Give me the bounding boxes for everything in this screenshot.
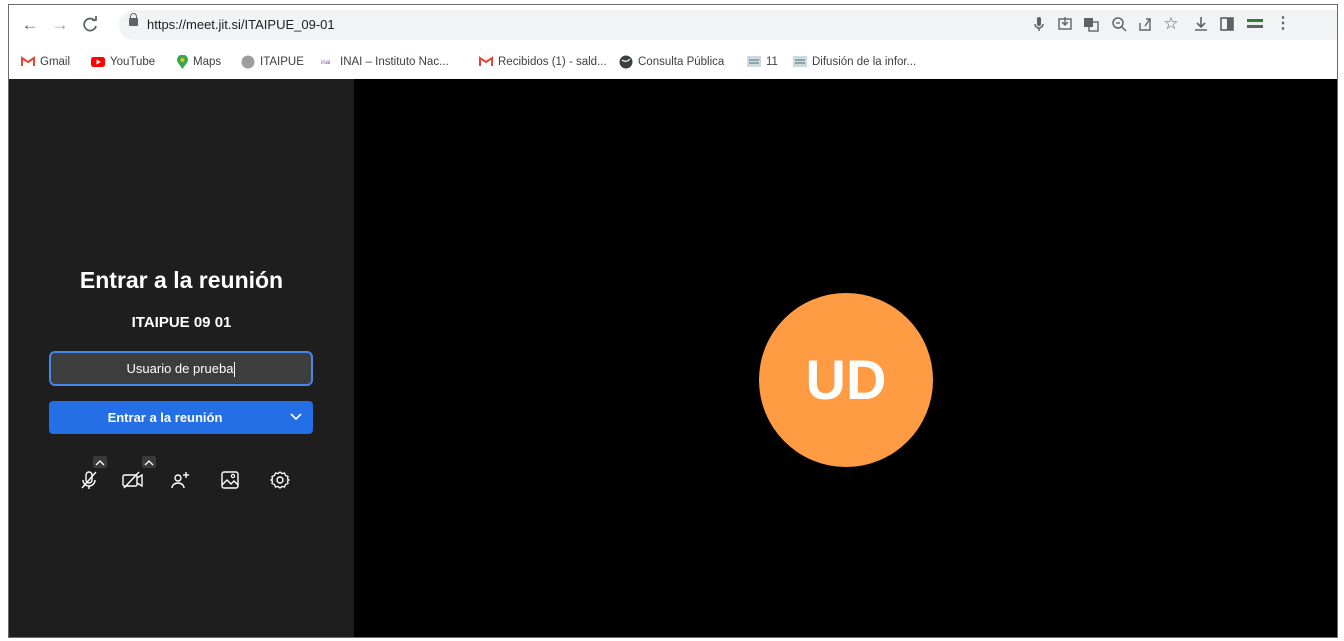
forward-icon[interactable]: → (49, 14, 71, 36)
install-app-icon[interactable] (1055, 14, 1075, 34)
bookmark-difusion[interactable]: Difusión de la infor... (793, 53, 916, 71)
bookmark-star-icon[interactable]: ☆ (1161, 14, 1181, 34)
invite-people-button[interactable] (167, 467, 193, 493)
bookmark-recibidos[interactable]: Recibidos (1) - sald... (479, 53, 607, 71)
text-caret (234, 362, 236, 378)
profile-flag-icon[interactable] (1245, 14, 1265, 34)
url-text: https://meet.jit.si/ITAIPUE_09-01 (147, 17, 335, 32)
doc-icon (747, 56, 761, 68)
join-meeting-label: Entrar a la reunión (107, 410, 223, 425)
camera-off-icon (122, 471, 143, 489)
display-name-value: Usuario de prueba (126, 361, 234, 376)
doc-icon (793, 56, 807, 68)
globe-icon (619, 55, 633, 69)
virtual-background-button[interactable] (217, 467, 243, 493)
download-icon[interactable] (1191, 14, 1211, 34)
side-panel-icon[interactable] (1217, 14, 1237, 34)
user-avatar: UD (759, 293, 933, 467)
bookmark-inai[interactable]: inai INAI – Instituto Nac... (321, 53, 449, 71)
back-icon[interactable]: ← (19, 14, 41, 36)
inai-icon: inai (321, 60, 330, 66)
bookmark-11[interactable]: 11 (747, 53, 778, 71)
join-options-chevron-icon[interactable] (289, 410, 303, 427)
bookmark-gmail[interactable]: Gmail (21, 53, 70, 71)
menu-icon[interactable]: ⋮ (1273, 14, 1293, 34)
join-meeting-button[interactable]: Entrar a la reunión (49, 401, 313, 434)
video-preview-area: UD (354, 79, 1337, 637)
bookmark-itaipue[interactable]: ITAIPUE (241, 53, 304, 71)
microphone-off-icon (81, 471, 97, 489)
meeting-page: Entrar a la reunión ITAIPUE 09 01 Usuari… (9, 79, 1337, 637)
bookmarks-bar: Gmail YouTube Maps ITAIPUE inai INAI – In… (9, 45, 1337, 80)
gear-icon (269, 471, 291, 489)
maps-icon (177, 54, 188, 69)
translate-icon[interactable] (1081, 14, 1101, 34)
settings-button[interactable] (267, 467, 293, 493)
reload-icon[interactable] (79, 14, 101, 36)
add-person-icon (171, 472, 189, 489)
gmail-icon (21, 56, 35, 67)
room-name: ITAIPUE 09 01 (131, 314, 232, 331)
bookmark-youtube[interactable]: YouTube (91, 53, 155, 71)
gmail-icon (479, 56, 493, 67)
browser-toolbar: ← → https://meet.jit.si/ITAIPUE_09-01 ☆ (9, 5, 1337, 45)
youtube-icon (91, 56, 105, 67)
prejoin-title: Entrar a la reunión (79, 267, 284, 293)
microphone-options-button[interactable] (93, 456, 107, 468)
chevron-up-icon (95, 460, 105, 466)
bookmark-maps[interactable]: Maps (177, 53, 221, 71)
chevron-up-icon (144, 460, 154, 466)
svg-text:inai: inai (321, 60, 330, 66)
browser-window: ← → https://meet.jit.si/ITAIPUE_09-01 ☆ (8, 4, 1338, 638)
bookmark-consulta[interactable]: Consulta Pública (619, 53, 724, 71)
share-icon[interactable] (1135, 14, 1155, 34)
stop-camera-button[interactable] (119, 467, 145, 493)
globe-gray-icon (241, 55, 255, 69)
mute-microphone-button[interactable] (76, 467, 102, 493)
image-icon (221, 471, 239, 489)
display-name-input[interactable]: Usuario de prueba (49, 351, 313, 386)
address-bar[interactable]: https://meet.jit.si/ITAIPUE_09-01 (119, 10, 1337, 40)
microphone-icon[interactable] (1029, 14, 1049, 34)
zoom-icon[interactable] (1109, 14, 1129, 34)
lock-icon[interactable] (129, 13, 138, 26)
camera-options-button[interactable] (142, 456, 156, 468)
prejoin-panel: Entrar a la reunión ITAIPUE 09 01 Usuari… (9, 79, 354, 637)
